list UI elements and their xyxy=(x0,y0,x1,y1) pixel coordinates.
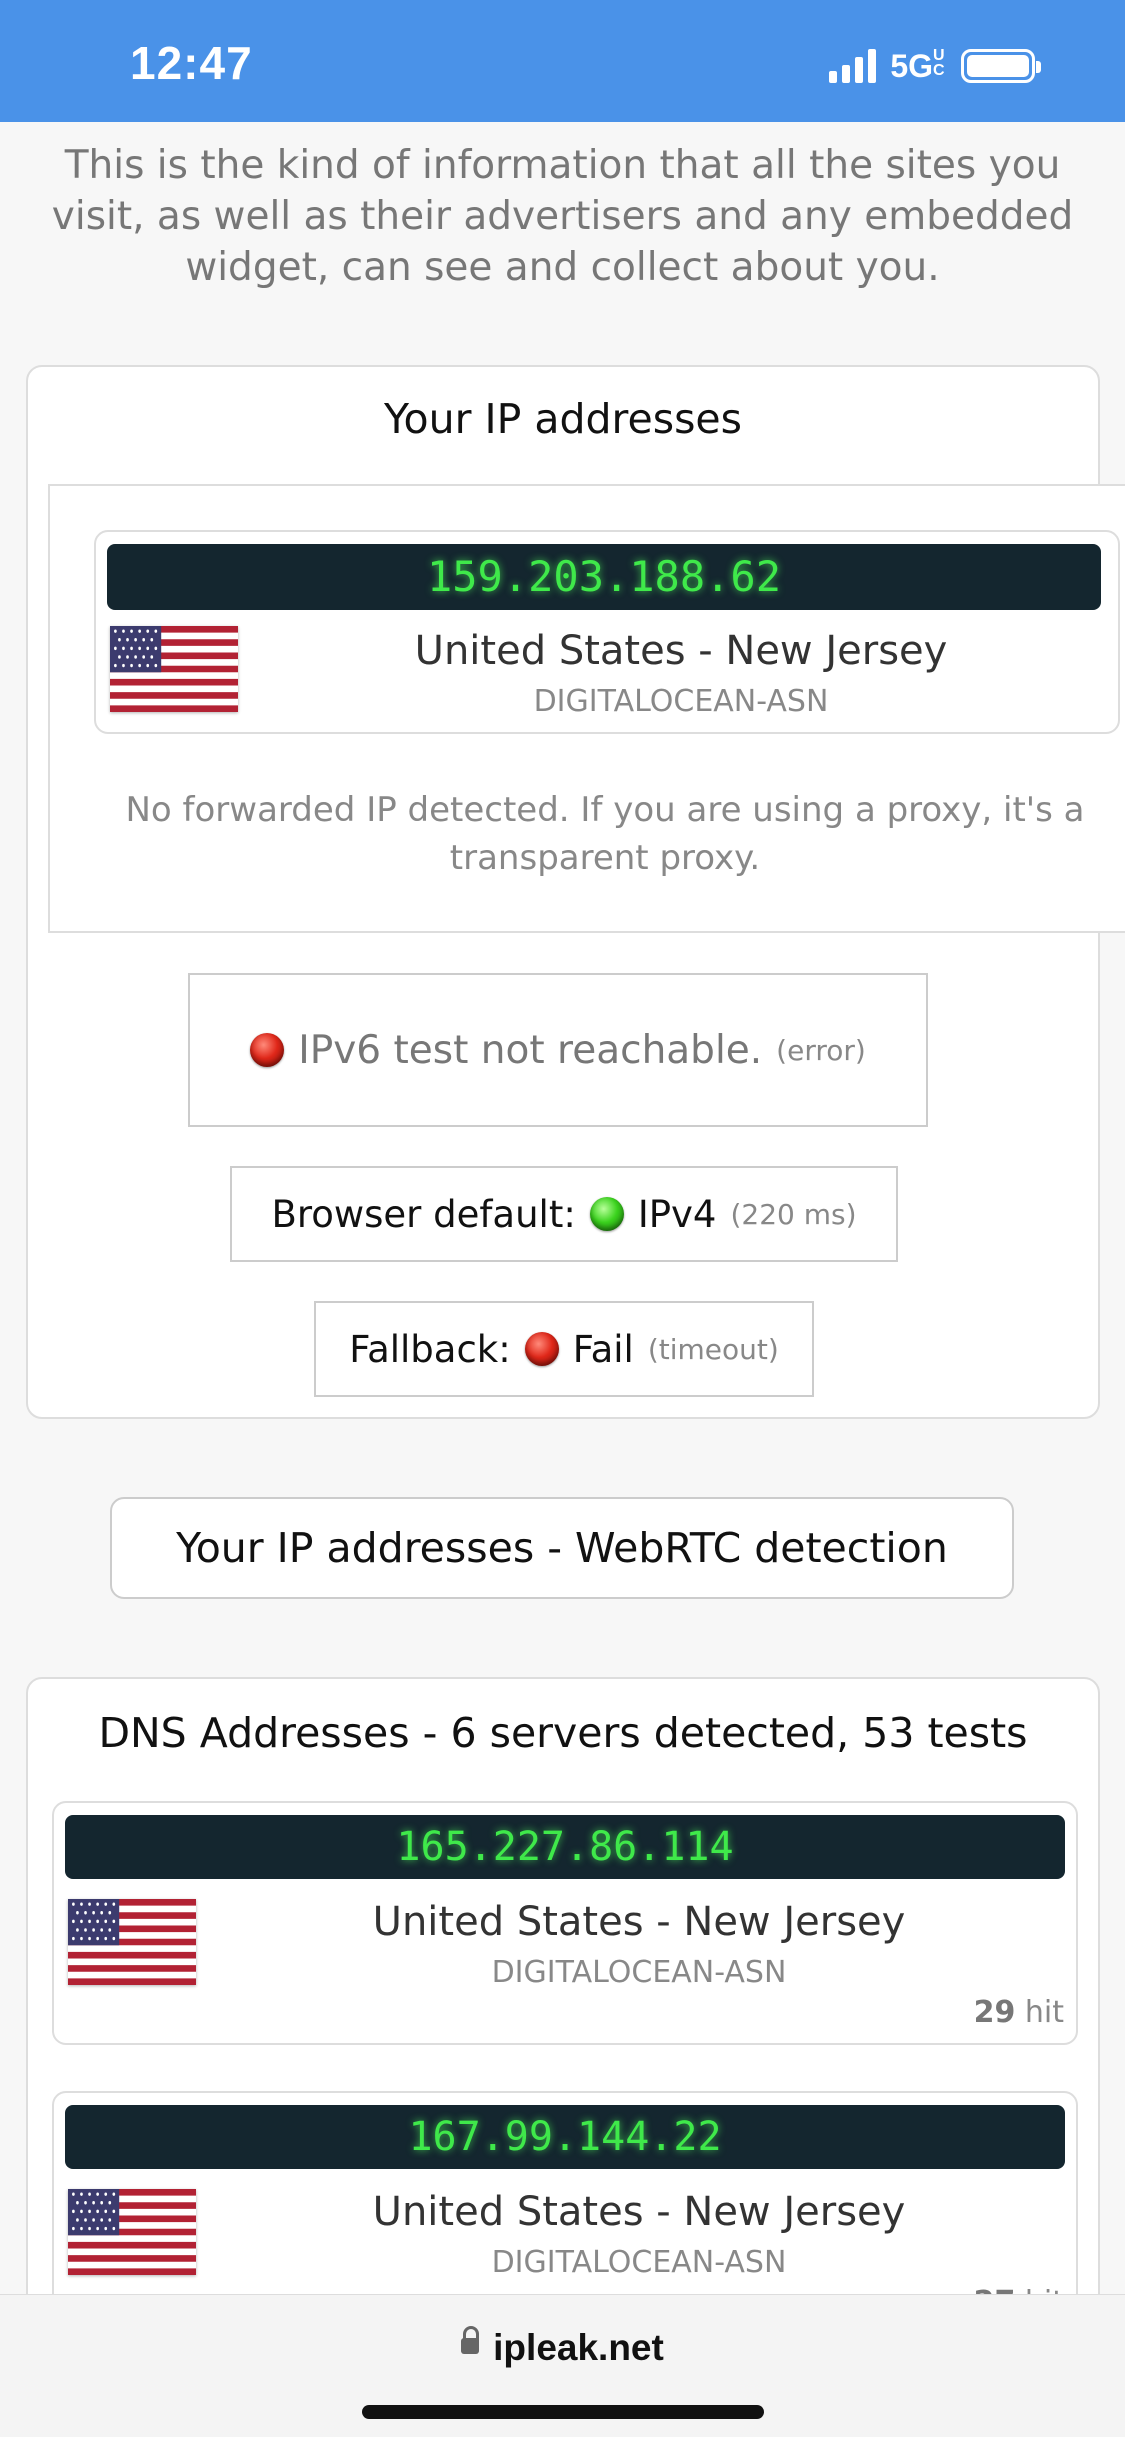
fallback-box: Fallback: Fail (timeout) xyxy=(314,1301,814,1397)
url-display[interactable]: ipleak.net xyxy=(0,2326,1125,2369)
us-flag-icon xyxy=(68,2189,196,2275)
ip-asn: DIGITALOCEAN-ASN xyxy=(533,684,829,719)
dns-server-asn: DIGITALOCEAN-ASN xyxy=(491,2245,787,2280)
ipv6-test-box: IPv6 test not reachable. (error) xyxy=(188,973,928,1127)
dns-card-title: DNS Addresses - 6 servers detected, 53 t… xyxy=(98,1709,1028,1757)
fallback-status-icon xyxy=(524,1332,559,1366)
ipv6-status-icon xyxy=(250,1033,285,1067)
dns-server-location: United States - New Jersey xyxy=(372,2189,906,2235)
status-icons: 5GUC xyxy=(829,46,1041,86)
url-text: ipleak.net xyxy=(493,2327,664,2368)
ip-location: United States - New Jersey xyxy=(414,628,948,674)
browser-default-status-icon xyxy=(589,1197,624,1231)
browser-default-label: Browser default: xyxy=(271,1192,576,1236)
home-indicator[interactable] xyxy=(362,2405,764,2419)
dns-server-location: United States - New Jersey xyxy=(372,1899,906,1945)
cellular-signal-icon xyxy=(829,49,877,83)
webrtc-detection-button[interactable]: Your IP addresses - WebRTC detection xyxy=(110,1497,1014,1599)
ip-address[interactable]: 159.203.188.62 xyxy=(107,544,1101,610)
status-time: 12:47 xyxy=(130,37,253,89)
browser-default-value: IPv4 xyxy=(637,1192,717,1236)
us-flag-icon xyxy=(68,1899,196,1985)
dns-server-hits: 29 hit xyxy=(973,1995,1064,2030)
forwarded-ip-note: No forwarded IP detected. If you are usi… xyxy=(125,790,1085,878)
intro-text: This is the kind of information that all… xyxy=(51,143,1074,290)
fallback-label: Fallback: xyxy=(349,1327,511,1371)
dns-server-entry: 165.227.86.114 United States - New Jerse… xyxy=(52,1801,1078,2045)
dns-server-asn: DIGITALOCEAN-ASN xyxy=(491,1955,787,1990)
us-flag-icon xyxy=(110,626,238,712)
browser-default-box: Browser default: IPv4 (220 ms) xyxy=(230,1166,898,1262)
browser-address-bar[interactable]: ipleak.net xyxy=(0,2294,1125,2437)
dns-server-address[interactable]: 167.99.144.22 xyxy=(65,2105,1065,2169)
dns-server-address[interactable]: 165.227.86.114 xyxy=(65,1815,1065,1879)
ipv6-test-detail: (error) xyxy=(776,1033,866,1067)
status-bar: 12:47 5GUC xyxy=(0,0,1125,122)
network-type: 5GUC xyxy=(890,46,945,84)
battery-icon xyxy=(961,49,1041,83)
ip-card-title: Your IP addresses xyxy=(383,395,743,443)
dns-addresses-card: DNS Addresses - 6 servers detected, 53 t… xyxy=(26,1677,1100,2377)
fallback-value: Fail xyxy=(572,1327,634,1371)
ip-entry: 159.203.188.62 United States - New Jerse… xyxy=(94,530,1120,734)
ipv6-test-text: IPv6 test not reachable. xyxy=(298,1027,763,1073)
browser-default-detail: (220 ms) xyxy=(730,1197,857,1231)
ip-addresses-card: Your IP addresses 159.203.188.62 United … xyxy=(26,365,1125,1419)
ip-detection-box: 159.203.188.62 United States - New Jerse… xyxy=(48,484,1125,933)
lock-icon xyxy=(461,2326,480,2355)
fallback-detail: (timeout) xyxy=(647,1332,779,1366)
